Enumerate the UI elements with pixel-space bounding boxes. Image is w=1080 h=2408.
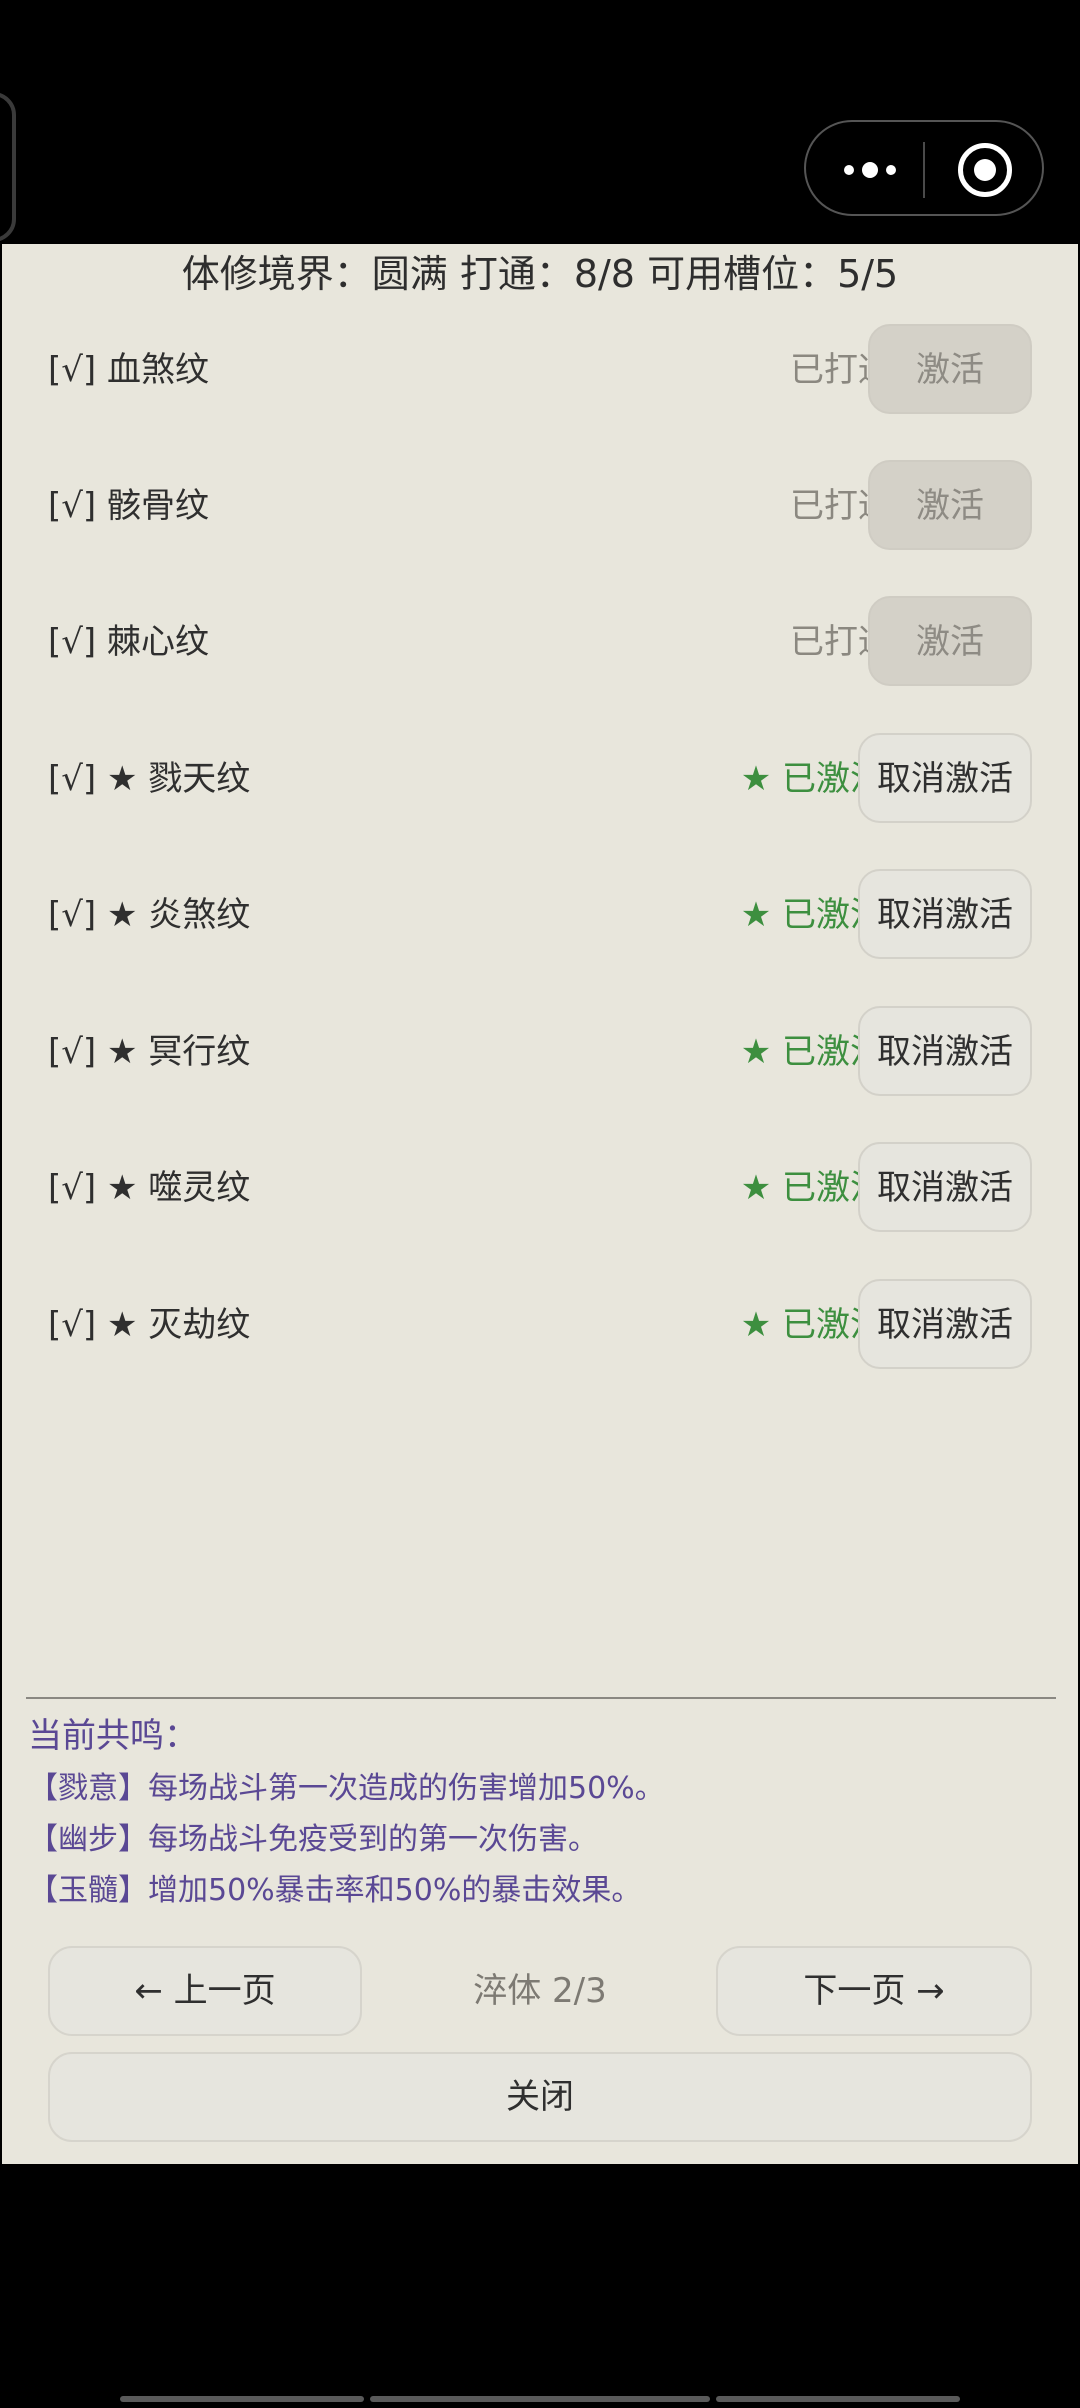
activate-button[interactable]: 激活: [868, 596, 1032, 686]
meridian-row: [√] 血煞纹 已打通 激活: [2, 302, 1078, 438]
system-nav-bar-segment: [120, 2396, 364, 2402]
deactivate-button[interactable]: 取消激活: [858, 869, 1032, 959]
meridian-name: [√] ★ 噬灵纹: [48, 1168, 251, 1208]
close-button[interactable]: 关闭: [48, 2052, 1032, 2142]
meridian-name: [√] ★ 戮天纹: [48, 759, 251, 799]
meridian-row: [√] 骸骨纹 已打通 激活: [2, 438, 1078, 574]
meridian-row: [√] ★ 灭劫纹 ★ 已激活 取消激活: [2, 1257, 1078, 1393]
target-circle-icon[interactable]: [958, 143, 1012, 197]
capsule-divider: [923, 142, 925, 198]
prev-page-button[interactable]: ← 上一页: [48, 1946, 362, 2036]
deactivate-button[interactable]: 取消激活: [858, 1279, 1032, 1369]
deactivate-button[interactable]: 取消激活: [858, 733, 1032, 823]
meridian-row: [√] ★ 噬灵纹 ★ 已激活 取消激活: [2, 1120, 1078, 1256]
section-divider: [26, 1697, 1056, 1699]
meridian-name: [√] ★ 炎煞纹: [48, 895, 251, 935]
meridian-row: [√] ★ 戮天纹 ★ 已激活 取消激活: [2, 711, 1078, 847]
meridian-row: [√] ★ 冥行纹 ★ 已激活 取消激活: [2, 984, 1078, 1120]
meridian-name: [√] 血煞纹: [48, 350, 210, 390]
resonance-effect: 【戮意】每场战斗第一次造成的伤害增加50%。: [28, 1771, 665, 1806]
next-page-button[interactable]: 下一页 →: [716, 1946, 1032, 2036]
mini-program-top-bar: [0, 0, 1080, 244]
page-indicator: 淬体 2/3: [473, 1971, 607, 2011]
activate-button[interactable]: 激活: [868, 324, 1032, 414]
meridian-name: [√] ★ 灭劫纹: [48, 1305, 251, 1345]
activate-button[interactable]: 激活: [868, 460, 1032, 550]
cultivation-status-header: 体修境界：圆满 打通：8/8 可用槽位：5/5: [181, 252, 899, 296]
deactivate-button[interactable]: 取消激活: [858, 1142, 1032, 1232]
mini-program-capsule: [804, 120, 1044, 216]
meridian-name: [√] 骸骨纹: [48, 486, 210, 526]
resonance-title: 当前共鸣：: [28, 1716, 198, 1756]
meridian-row: [√] ★ 炎煞纹 ★ 已激活 取消激活: [2, 847, 1078, 983]
meridian-row: [√] 棘心纹 已打通 激活: [2, 574, 1078, 710]
resonance-effect: 【玉髓】增加50%暴击率和50%的暴击效果。: [28, 1873, 642, 1908]
meridian-name: [√] ★ 冥行纹: [48, 1032, 251, 1072]
system-nav-bar-segment: [716, 2396, 960, 2402]
more-dots-icon[interactable]: [840, 152, 900, 188]
meridian-panel: 体修境界：圆满 打通：8/8 可用槽位：5/5 [√] 血煞纹 已打通 激活 […: [2, 244, 1078, 2164]
meridian-name: [√] 棘心纹: [48, 622, 210, 662]
deactivate-button[interactable]: 取消激活: [858, 1006, 1032, 1096]
side-tab-edge: [0, 92, 16, 242]
resonance-effect: 【幽步】每场战斗免疫受到的第一次伤害。: [28, 1822, 598, 1857]
system-nav-bar-segment: [370, 2396, 710, 2402]
